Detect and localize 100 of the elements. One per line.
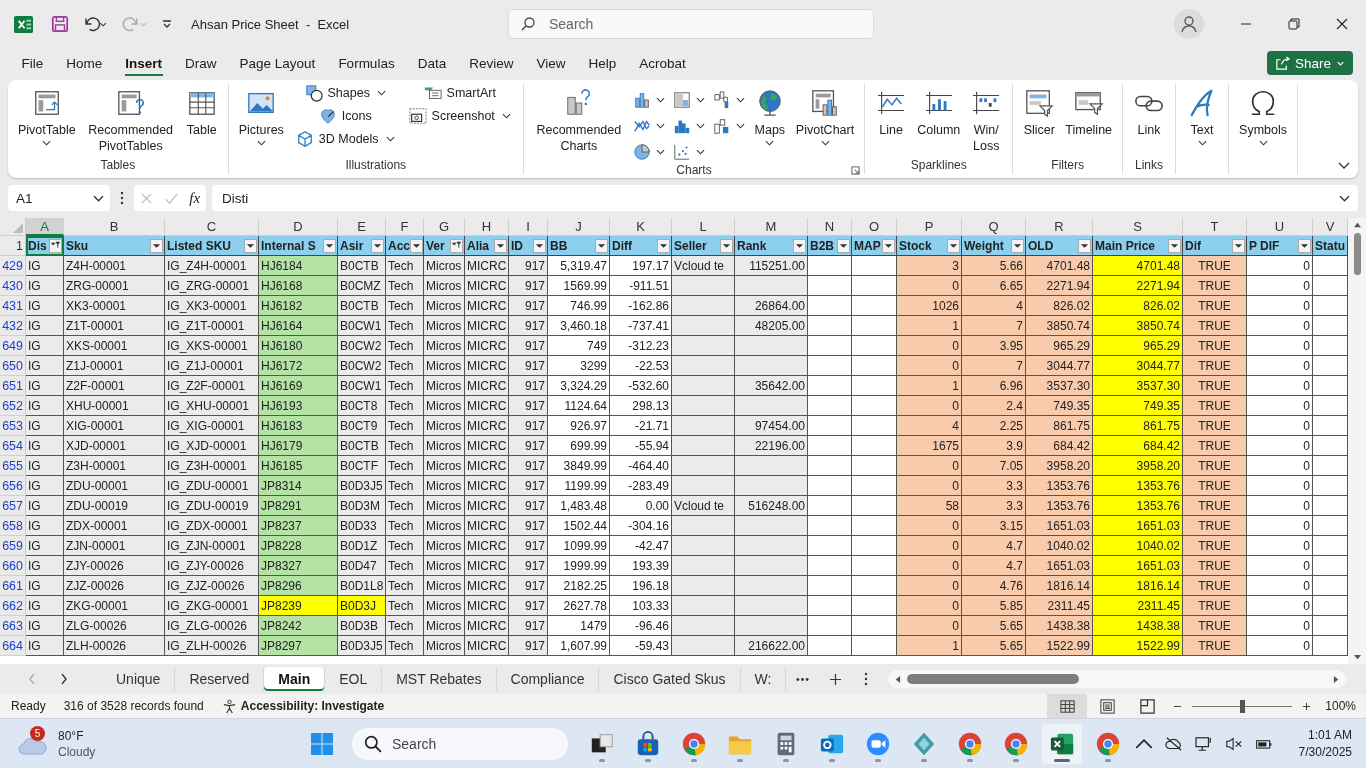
- letter-heading[interactable]: K: [610, 218, 672, 236]
- ribbon-button[interactable]: Win/Loss: [966, 84, 1007, 156]
- ribbon-button[interactable]: Pictures: [234, 84, 288, 156]
- ribbon-button[interactable]: SmartArt: [420, 84, 499, 102]
- row-number[interactable]: 650: [0, 356, 26, 376]
- letter-heading[interactable]: D: [259, 218, 338, 236]
- ribbon-button[interactable]: Maps: [749, 84, 790, 163]
- letter-heading[interactable]: A: [26, 218, 64, 236]
- filter-dropdown-button[interactable]: [410, 238, 423, 253]
- more-options-icon[interactable]: [120, 191, 124, 205]
- add-sheet-icon[interactable]: [829, 672, 843, 686]
- filter-dropdown-button[interactable]: [720, 238, 733, 253]
- sheet-tab[interactable]: W:: [740, 667, 787, 691]
- sheet-tab[interactable]: EOL: [325, 667, 383, 691]
- ribbon-tab[interactable]: Review: [457, 50, 525, 76]
- letter-heading[interactable]: O: [852, 218, 897, 236]
- ribbon-tab[interactable]: Data: [406, 50, 458, 76]
- ribbon-button[interactable]: Link: [1129, 84, 1170, 156]
- next-sheet-icon[interactable]: [60, 673, 68, 685]
- ribbon-tab[interactable]: Page Layout: [228, 50, 327, 76]
- row-number[interactable]: 653: [0, 416, 26, 436]
- ribbon-tab[interactable]: Home: [54, 50, 114, 76]
- row-number[interactable]: 662: [0, 596, 26, 616]
- search-field[interactable]: Search: [508, 9, 874, 39]
- letter-heading[interactable]: F: [386, 218, 424, 236]
- ribbon-button[interactable]: Shapes: [301, 84, 389, 102]
- ribbon-button[interactable]: Column: [913, 84, 965, 156]
- ribbon-tab[interactable]: File: [10, 50, 55, 76]
- letter-heading[interactable]: J: [548, 218, 610, 236]
- insert-function-button[interactable]: fx: [189, 189, 201, 207]
- cloud-off-icon[interactable]: [1164, 735, 1183, 752]
- ribbon-tab[interactable]: Draw: [173, 50, 229, 76]
- taskbar-app-button[interactable]: [1042, 723, 1082, 764]
- letter-heading[interactable]: L: [672, 218, 735, 236]
- ribbon-button[interactable]: Timeline: [1061, 84, 1117, 156]
- letter-heading[interactable]: I: [509, 218, 548, 236]
- row-number[interactable]: 654: [0, 436, 26, 456]
- ribbon-button[interactable]: Slicer: [1019, 84, 1060, 156]
- more-options-icon[interactable]: [864, 672, 869, 686]
- taskbar-search-field[interactable]: Search: [352, 727, 568, 760]
- name-box[interactable]: A1: [8, 185, 110, 211]
- scroll-up-icon[interactable]: [1352, 221, 1362, 228]
- filter-dropdown-button[interactable]: [595, 238, 608, 253]
- ribbon-tab[interactable]: Acrobat: [627, 50, 698, 76]
- accessibility-icon[interactable]: [221, 698, 237, 714]
- sheet-tab[interactable]: Compliance: [496, 667, 600, 691]
- row-number[interactable]: 430: [0, 276, 26, 296]
- ribbon-button[interactable]: Line: [871, 84, 912, 156]
- row-number[interactable]: 652: [0, 396, 26, 416]
- row-number[interactable]: 657: [0, 496, 26, 516]
- expand-icon[interactable]: [1339, 194, 1350, 202]
- scroll-right-icon[interactable]: [1333, 674, 1340, 684]
- filter-dropdown-button[interactable]: [494, 238, 507, 253]
- row-number[interactable]: 429: [0, 256, 26, 276]
- letter-heading[interactable]: P: [897, 218, 962, 236]
- letter-heading[interactable]: S: [1093, 218, 1183, 236]
- filter-dropdown-button[interactable]: [1168, 238, 1181, 253]
- letter-heading[interactable]: M: [735, 218, 808, 236]
- filter-active-button[interactable]: [49, 238, 62, 253]
- letter-heading[interactable]: B: [64, 218, 165, 236]
- filter-dropdown-button[interactable]: [882, 238, 895, 253]
- letter-heading[interactable]: R: [1026, 218, 1093, 236]
- ribbon-button[interactable]: Text: [1182, 84, 1223, 156]
- dialog-launcher-icon[interactable]: [851, 166, 861, 175]
- ribbon-tab[interactable]: Formulas: [326, 50, 407, 76]
- sheet-tab[interactable]: Unique: [102, 667, 176, 691]
- ribbon-button[interactable]: PivotTable: [14, 84, 80, 156]
- filter-dropdown-button[interactable]: [947, 238, 960, 253]
- row-number[interactable]: 656: [0, 476, 26, 496]
- filter-dropdown-button[interactable]: [1078, 238, 1091, 253]
- zoom-level[interactable]: 100%: [1325, 699, 1356, 713]
- row-number[interactable]: 659: [0, 536, 26, 556]
- letter-heading[interactable]: Q: [962, 218, 1026, 236]
- filter-dropdown-button[interactable]: [244, 238, 257, 253]
- ribbon-tab[interactable]: Insert: [113, 50, 174, 76]
- check-icon[interactable]: [164, 191, 178, 205]
- ribbon-button[interactable]: Table: [181, 84, 222, 156]
- filter-dropdown-button[interactable]: [837, 238, 850, 253]
- filter-dropdown-button[interactable]: [793, 238, 806, 253]
- filter-active-button[interactable]: [450, 238, 463, 253]
- row-number[interactable]: 1: [0, 236, 26, 256]
- filter-dropdown-button[interactable]: [533, 238, 546, 253]
- filter-dropdown-button[interactable]: [1298, 238, 1311, 253]
- row-number[interactable]: 431: [0, 296, 26, 316]
- ribbon-tab[interactable]: View: [524, 50, 577, 76]
- zoom-slider-thumb[interactable]: [1240, 699, 1246, 713]
- ribbon-button[interactable]: 3D Models: [292, 130, 398, 148]
- share-button[interactable]: Share: [1266, 51, 1353, 75]
- sheet-tab[interactable]: Cisco Gated Skus: [599, 667, 741, 691]
- row-number[interactable]: 649: [0, 336, 26, 356]
- sheet-tab[interactable]: Main: [264, 667, 326, 691]
- filter-dropdown-button[interactable]: [323, 238, 336, 253]
- clock-panel[interactable]: 1:01 AM 7/30/2025: [1298, 726, 1352, 761]
- letter-heading[interactable]: N: [808, 218, 852, 236]
- row-number[interactable]: 651: [0, 376, 26, 396]
- row-number[interactable]: 432: [0, 316, 26, 336]
- letter-heading[interactable]: V: [1313, 218, 1348, 236]
- network-icon[interactable]: [1194, 735, 1213, 752]
- letter-heading[interactable]: T: [1183, 218, 1247, 236]
- letter-heading[interactable]: H: [465, 218, 509, 236]
